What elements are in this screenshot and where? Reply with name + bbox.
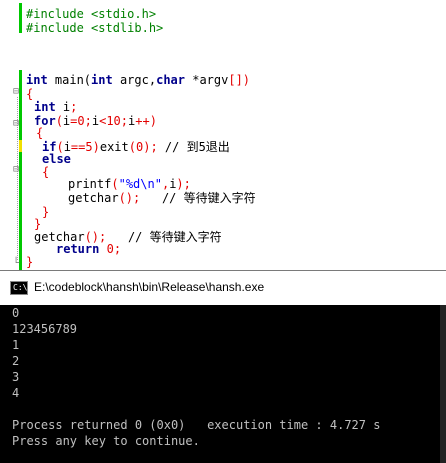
code-token: []) bbox=[228, 73, 251, 87]
code-token: ); bbox=[143, 140, 158, 154]
code-comment: // 到5退出 bbox=[157, 140, 230, 154]
change-marker-yellow bbox=[19, 140, 22, 152]
console-output-line: 3 bbox=[12, 370, 20, 384]
change-marker-green bbox=[19, 3, 22, 33]
code-token: int bbox=[26, 73, 48, 87]
code-token: ( bbox=[128, 140, 136, 154]
code-token: ; bbox=[84, 114, 92, 128]
code-token: exit bbox=[99, 140, 129, 154]
code-editor[interactable]: ⊟ ⊟ ⊟ └ #include <stdio.h> #include <std… bbox=[0, 0, 446, 270]
console-output-line: 0 bbox=[12, 306, 20, 320]
code-token: int bbox=[91, 73, 113, 87]
fold-toggle[interactable]: ⊟ bbox=[13, 165, 19, 175]
code-token: ++) bbox=[135, 114, 157, 128]
code-token: { bbox=[26, 87, 34, 101]
code-token: { bbox=[36, 126, 44, 140]
console-window[interactable]: C:\ E:\codeblock\hansh\bin\Release\hansh… bbox=[0, 270, 446, 463]
fold-toggle[interactable]: ⊟ bbox=[13, 119, 19, 129]
console-scrollbar[interactable] bbox=[440, 305, 446, 463]
code-line[interactable]: int main(int argc,char *argv[]) bbox=[26, 72, 250, 88]
code-line[interactable]: for(i=0;i<10;i++) bbox=[34, 113, 157, 129]
console-app-icon: C:\ bbox=[10, 281, 28, 295]
console-output-line: 2 bbox=[12, 354, 20, 368]
console-titlebar[interactable]: C:\ E:\codeblock\hansh\bin\Release\hansh… bbox=[0, 271, 446, 305]
code-token: "%d\n" bbox=[118, 177, 162, 191]
code-line[interactable]: getchar(); // 等待键入字符 bbox=[68, 190, 256, 206]
console-output-line: 4 bbox=[12, 386, 20, 400]
code-token: ; bbox=[70, 100, 78, 114]
code-token: 0 bbox=[99, 242, 114, 256]
console-output-line: 1 bbox=[12, 338, 20, 352]
code-token: printf bbox=[68, 177, 112, 191]
code-token: } bbox=[42, 205, 50, 219]
code-token: char bbox=[156, 73, 185, 87]
fold-end: └ bbox=[13, 258, 20, 269]
code-line[interactable]: } bbox=[26, 254, 33, 270]
code-token: 0 bbox=[77, 114, 85, 128]
console-output[interactable]: 0 123456789 1 2 3 4 Process returned 0 (… bbox=[12, 305, 442, 449]
change-marker-green bbox=[19, 70, 22, 140]
code-line[interactable]: { bbox=[26, 86, 33, 102]
code-line[interactable]: { bbox=[42, 164, 49, 180]
code-token: argc, bbox=[112, 73, 157, 87]
code-token: } bbox=[26, 255, 34, 269]
code-token: ) bbox=[92, 140, 100, 154]
code-token: 5 bbox=[85, 140, 93, 154]
code-token: int bbox=[34, 100, 56, 114]
code-line[interactable]: #include <stdlib.h> bbox=[26, 20, 163, 36]
code-comment: // 等待键入字符 bbox=[140, 191, 256, 205]
console-output-line: 123456789 bbox=[12, 322, 78, 336]
code-comment: // 等待键入字符 bbox=[106, 230, 222, 244]
console-output-line: Press any key to continue. bbox=[12, 434, 200, 448]
console-title: E:\codeblock\hansh\bin\Release\hansh.exe bbox=[34, 280, 265, 294]
code-token: ( bbox=[111, 177, 119, 191]
code-token: i bbox=[55, 100, 71, 114]
code-token: == bbox=[70, 140, 86, 154]
code-line[interactable]: } bbox=[42, 204, 49, 220]
code-token: getchar bbox=[68, 191, 119, 205]
code-token: ; bbox=[113, 242, 122, 256]
console-output-line: Process returned 0 (0x0) execution time … bbox=[12, 418, 381, 432]
code-token: return bbox=[56, 242, 100, 256]
console-app-icon-label: C:\ bbox=[13, 283, 28, 292]
code-token: ( bbox=[55, 114, 63, 128]
code-token: { bbox=[42, 165, 50, 179]
code-line[interactable]: return 0; bbox=[56, 241, 121, 257]
fold-toggle[interactable]: ⊟ bbox=[13, 87, 19, 97]
code-token: *argv bbox=[185, 73, 229, 87]
code-token: (); bbox=[118, 191, 141, 205]
code-token: i bbox=[91, 114, 100, 128]
code-token: #include <stdio.h> bbox=[26, 7, 157, 21]
code-token: ); bbox=[176, 177, 191, 191]
code-token: main( bbox=[47, 73, 92, 87]
change-marker-green bbox=[19, 152, 22, 270]
code-token: #include <stdlib.h> bbox=[26, 21, 164, 35]
code-token: ; bbox=[120, 114, 129, 128]
code-token: 10 bbox=[106, 114, 121, 128]
